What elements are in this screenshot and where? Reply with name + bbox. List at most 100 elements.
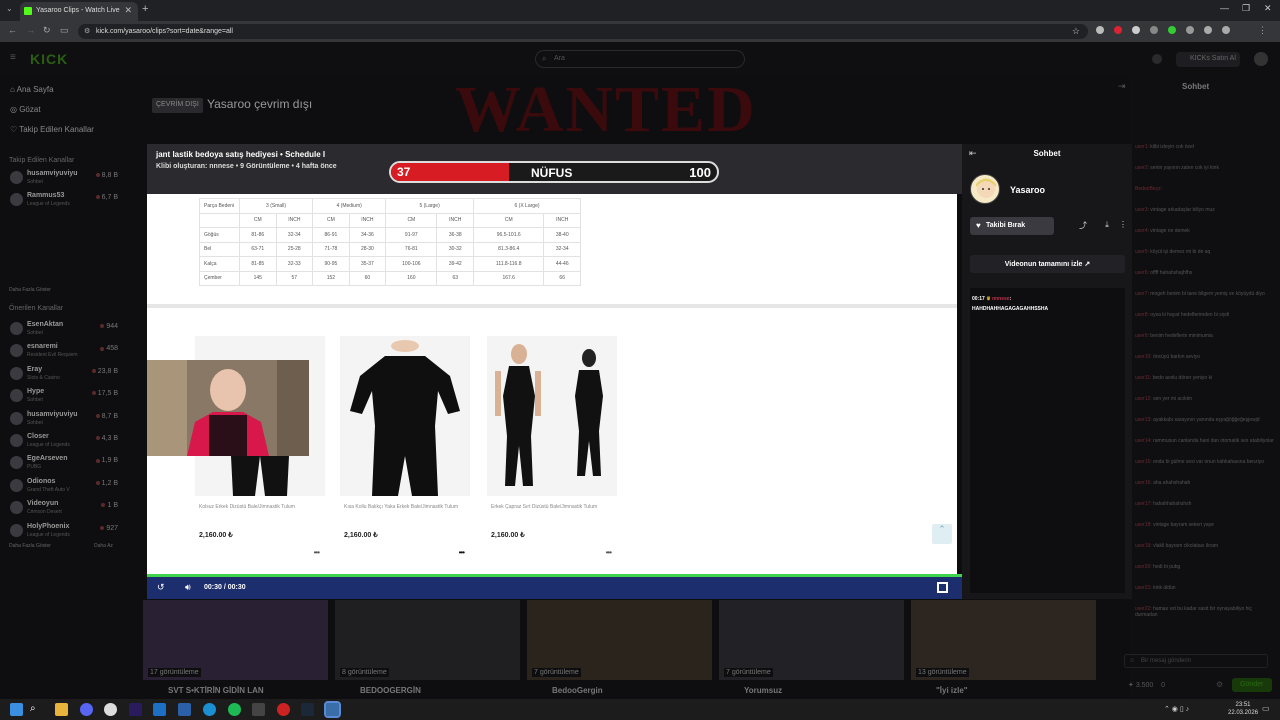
chat-username[interactable]: user12 [1135,396,1150,402]
channel-item[interactable]: Videoyun Crimson Desert 1 B [10,498,120,518]
browser-tab[interactable]: Yasaroo Clips - Watch Live ✕ [20,2,138,21]
fullscreen-icon[interactable] [937,582,948,593]
send-button[interactable]: Gönder [1232,678,1272,692]
download-icon[interactable]: ⤓ [1098,217,1116,235]
clip-video-player[interactable]: jant lastik bedoya satış hediyesi • Sche… [147,144,962,599]
chat-username[interactable]: BedooBeyz [1135,186,1161,192]
taskbar-clock[interactable]: 23:51 22.03.2026 [1228,701,1258,717]
chat-input[interactable]: ☺ Bir mesaj gönderin [1124,654,1268,668]
show-more-link[interactable]: Daha Fazla Göster [9,287,51,293]
chat-username[interactable]: user10 [1135,354,1150,360]
channel-item[interactable]: husamviyuviyu Sohbet 8,7 B [10,409,120,429]
chat-username[interactable]: user14 [1135,438,1150,444]
split-view-icon[interactable]: ▭ [60,25,69,36]
settings-gear-icon[interactable]: ⚙ [1216,680,1223,689]
clip-title[interactable]: "İyi izle" [936,686,968,695]
emote-icon[interactable]: ☺ [1129,658,1135,664]
replay-icon[interactable]: ↺ [157,582,165,593]
file-explorer-icon[interactable] [55,703,68,716]
chat-username[interactable]: user20 [1135,564,1150,570]
chat-username[interactable]: user18 [1135,522,1150,528]
site-info-icon[interactable]: ⚙ [84,27,90,35]
close-window-icon[interactable]: ✕ [1264,3,1272,14]
clip-thumbnail[interactable]: 7 görüntüleme [719,600,904,680]
minimize-icon[interactable]: — [1220,3,1229,13]
tab-list-icon[interactable]: ⌄ [6,4,13,13]
extensions-puzzle-icon[interactable] [1186,26,1194,34]
share-icon[interactable]: ⤴ [1074,217,1092,235]
app-icon[interactable] [178,703,191,716]
scroll-to-top-button[interactable]: ⌃ [932,524,952,544]
hamburger-menu-icon[interactable]: ≡ [10,52,16,63]
steam-icon[interactable] [301,703,314,716]
channel-item[interactable]: Rammus53 League of Legends 6,7 B [10,190,120,210]
chat-username[interactable]: nnnese [992,296,1010,302]
avatar[interactable] [1254,52,1268,66]
product-card[interactable]: Erkek Çapraz Sırt Dizüstü Bale/Jimnastik… [487,336,617,566]
channel-item[interactable]: esnaremi Resident Evil Requiem 458 [10,341,120,361]
discord-icon[interactable] [80,703,93,716]
product-card[interactable]: Kısa Kollu Balıkçı Yaka Erkek Bale/Jimna… [340,336,470,566]
app-icon[interactable] [277,703,290,716]
channel-item[interactable]: husamviyuviyu Sohbet 8,8 B [10,168,120,188]
chrome-icon[interactable] [324,701,341,718]
app-icon[interactable] [153,703,166,716]
app-icon[interactable] [252,703,265,716]
chat-username[interactable]: user17 [1135,501,1150,507]
extension-icon[interactable] [1168,26,1176,34]
shield-extension-icon[interactable] [1096,26,1104,34]
chat-username[interactable]: user9 [1135,333,1148,339]
clip-title[interactable]: BedooGergin [552,686,603,695]
search-icon[interactable]: ⌕ [30,703,43,716]
more-options-icon[interactable]: ••• [606,548,612,557]
more-options-icon[interactable]: ⋮ [1118,217,1128,235]
clip-thumbnail[interactable]: 7 görüntüleme [527,600,712,680]
channel-item[interactable]: EgeArseven PUBG 1,9 B [10,453,120,473]
forward-icon[interactable]: → [26,25,35,35]
spotify-icon[interactable] [228,703,241,716]
back-icon[interactable]: ← [8,25,17,35]
clip-thumbnail[interactable]: 17 görüntüleme [143,600,328,680]
chat-username[interactable]: user8 [1135,312,1148,318]
buy-kicks-button[interactable]: KICKs Satın Al [1176,52,1240,67]
show-more-link[interactable]: Daha Fazla Göster [9,543,51,549]
new-tab-icon[interactable]: + [142,3,148,15]
extension-icon[interactable] [1114,26,1122,34]
chat-username[interactable]: user5 [1135,249,1148,255]
channel-points[interactable]: ✦ 3.500 0 [1128,681,1165,689]
channel-item[interactable]: Odionos Grand Theft Auto V 1,2 B [10,476,120,496]
volume-icon[interactable]: 🔊︎ [185,582,191,593]
clip-title[interactable]: SVT S•KTİRİN GİDİN LAN [168,686,264,695]
channel-item[interactable]: Closer League of Legends 4,3 B [10,431,120,451]
chat-username[interactable]: user11 [1135,375,1150,381]
clip-title[interactable]: Yorumsuz [744,686,782,695]
notifications-icon[interactable] [1152,54,1162,64]
collapse-chat-icon[interactable]: ⇥ [1118,81,1126,92]
after-effects-icon[interactable] [129,703,142,716]
sidebar-item-home[interactable]: ⌂ Ana Sayfa [10,85,54,94]
kick-logo[interactable]: KICK [30,51,68,67]
chat-username[interactable]: user6 [1135,270,1148,276]
channel-item[interactable]: HolyPhoenix League of Legends 927 [10,521,120,541]
system-tray-icons[interactable]: ⌃ ◉ ▯ ♪ [1164,705,1189,713]
chat-username[interactable]: user15 [1135,459,1150,465]
clip-thumbnail[interactable]: 13 görüntüleme [911,600,1096,680]
more-options-icon[interactable]: ••• [314,548,320,557]
reload-icon[interactable]: ↻ [43,25,51,36]
windows-start-icon[interactable] [10,703,23,716]
show-less-link[interactable]: Daha Az [94,543,113,549]
watch-full-video-button[interactable]: Videonun tamamını izle ↗ [970,255,1125,273]
search-input[interactable]: ⌕ Ara [535,50,745,68]
extension-icon[interactable] [1150,26,1158,34]
sidebar-item-following[interactable]: ♡ Takip Edilen Kanallar [10,125,94,134]
download-icon[interactable] [1204,26,1212,34]
unfollow-button[interactable]: ♥ Takibi Bırak [970,217,1054,235]
bookmark-star-icon[interactable]: ☆ [1072,26,1080,37]
chat-username[interactable]: user2 [1135,165,1148,171]
browser-menu-icon[interactable]: ⋮ [1258,25,1267,36]
chat-username[interactable]: user16 [1135,480,1150,486]
edge-icon[interactable] [203,703,216,716]
channel-item[interactable]: Eray Slots & Casino 23,8 B [10,364,120,384]
chat-username[interactable]: user19 [1135,543,1150,549]
clip-title[interactable]: BEDOOGERGİN [360,686,421,695]
